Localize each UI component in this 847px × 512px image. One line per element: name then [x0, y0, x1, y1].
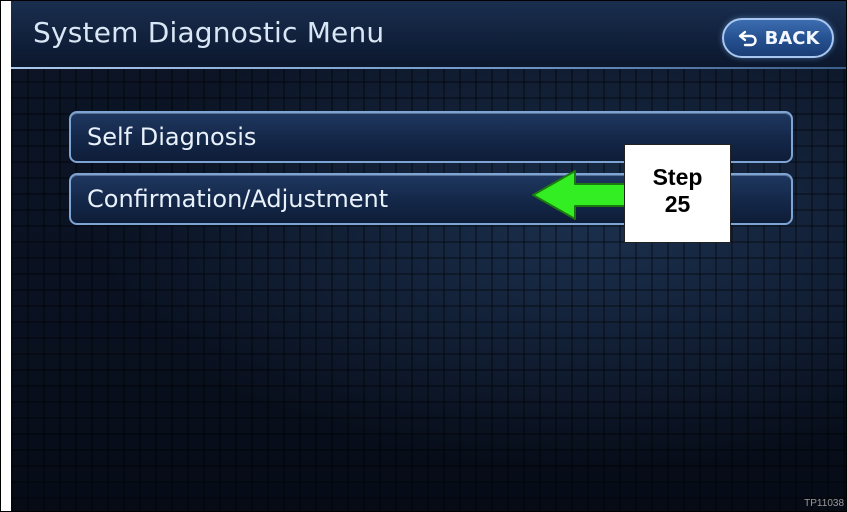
callout-step-label: Step	[652, 164, 703, 190]
return-arrow-icon	[738, 30, 757, 47]
figure-id: TP11038	[804, 498, 844, 509]
pointer-arrow	[532, 170, 626, 220]
figure-frame: System Diagnostic Menu BACK Self Diagnos…	[0, 0, 847, 512]
nav-screen: System Diagnostic Menu BACK Self Diagnos…	[11, 1, 846, 511]
menu-item-label: Confirmation/Adjustment	[87, 185, 389, 213]
callout-step-number: 25	[664, 191, 691, 217]
background-grid	[11, 1, 846, 511]
menu-item-label: Self Diagnosis	[87, 123, 257, 151]
step-callout: Step 25	[624, 144, 731, 243]
page-title: System Diagnostic Menu	[33, 16, 385, 49]
back-button-label: BACK	[764, 27, 820, 49]
header-divider	[11, 67, 846, 69]
back-button[interactable]: BACK	[722, 18, 834, 58]
header-bar: System Diagnostic Menu BACK	[11, 1, 846, 67]
